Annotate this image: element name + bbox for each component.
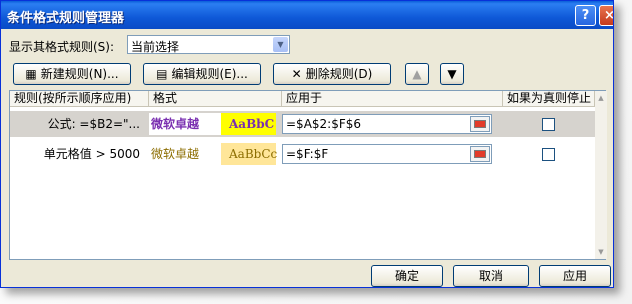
rules-table: 规则(按所示顺序应用) 格式 应用于 如果为真则停止 公式: =$B2="...…: [9, 90, 607, 260]
edit-rule-label: 编辑规则(E)...: [171, 67, 248, 81]
applies-to-value: =$F:$F: [286, 147, 329, 161]
show-rules-value: 当前选择: [131, 40, 180, 54]
table-header: 规则(按所示顺序应用) 格式 应用于 如果为真则停止: [10, 91, 595, 107]
apply-button[interactable]: 应用: [539, 265, 611, 287]
help-button[interactable]: ?: [575, 5, 596, 26]
range-picker-icon[interactable]: [470, 146, 490, 162]
format-sample-en: AaBbC: [229, 117, 275, 131]
format-preview: 微软卓越 AaBbC: [149, 111, 276, 137]
show-rules-dropdown[interactable]: 当前选择 ▼: [127, 35, 290, 54]
cancel-button[interactable]: 取消: [453, 265, 529, 287]
stop-if-true-checkbox[interactable]: [542, 148, 555, 161]
range-picker-icon[interactable]: [470, 116, 490, 132]
edit-rule-button[interactable]: ▤ 编辑规则(E)...: [143, 63, 261, 85]
new-rule-label: 新建规则(N)...: [40, 67, 119, 81]
header-stop-if-true[interactable]: 如果为真则停止: [503, 91, 595, 106]
delete-rule-label: 删除规则(D): [305, 67, 373, 81]
applies-to-field[interactable]: =$F:$F: [282, 144, 492, 164]
move-down-button[interactable]: ▼: [440, 63, 464, 85]
applies-to-field[interactable]: =$A$2:$F$6: [282, 114, 492, 134]
close-button[interactable]: ×: [599, 5, 613, 26]
format-sample: 微软卓越 AaBbCc: [149, 143, 278, 165]
chevron-down-icon[interactable]: ▼: [273, 37, 288, 52]
arrow-up-icon: ▲: [412, 67, 422, 81]
window-title: 条件格式规则管理器: [7, 11, 125, 26]
header-applies-to[interactable]: 应用于: [282, 91, 503, 106]
format-sample: 微软卓越 AaBbC: [149, 113, 276, 135]
table-row[interactable]: 单元格值 > 5000 微软卓越 AaBbCc =$F:$F: [10, 141, 595, 167]
format-sample-cn: 微软卓越: [149, 143, 221, 165]
header-format[interactable]: 格式: [149, 91, 282, 106]
format-sample-en: AaBbCc: [229, 147, 278, 161]
table-row[interactable]: 公式: =$B2="... 微软卓越 AaBbC =$A$2:$F$6: [10, 111, 595, 137]
format-sample-cn: 微软卓越: [149, 113, 221, 135]
format-preview: 微软卓越 AaBbCc: [149, 141, 278, 167]
edit-rule-icon: ▤: [156, 67, 168, 81]
new-rule-icon: ▦: [25, 67, 37, 81]
delete-x-icon: ✕: [291, 67, 302, 81]
arrow-down-icon: ▼: [447, 67, 457, 81]
ok-button[interactable]: 确定: [371, 265, 443, 287]
scroll-down-icon[interactable]: ▼: [595, 245, 607, 259]
scroll-up-icon[interactable]: ▲: [595, 91, 607, 105]
rule-text: 公式: =$B2="...: [47, 117, 140, 131]
move-up-button[interactable]: ▲: [405, 63, 429, 85]
conditional-format-rules-manager-dialog: 条件格式规则管理器 ? × 显示其格式规则(S): 当前选择 ▼ ▦ 新建规则(N…: [0, 0, 614, 288]
delete-rule-button[interactable]: ✕ 删除规则(D): [273, 63, 391, 85]
stop-if-true-checkbox[interactable]: [542, 118, 555, 131]
title-bar[interactable]: 条件格式规则管理器 ? ×: [1, 1, 613, 29]
header-rule[interactable]: 规则(按所示顺序应用): [10, 91, 149, 106]
vertical-scrollbar[interactable]: ▲ ▼: [595, 91, 607, 259]
new-rule-button[interactable]: ▦ 新建规则(N)...: [13, 63, 131, 85]
show-rules-label: 显示其格式规则(S):: [9, 40, 115, 54]
applies-to-value: =$A$2:$F$6: [286, 117, 362, 131]
rule-text: 单元格值 > 5000: [43, 147, 140, 161]
